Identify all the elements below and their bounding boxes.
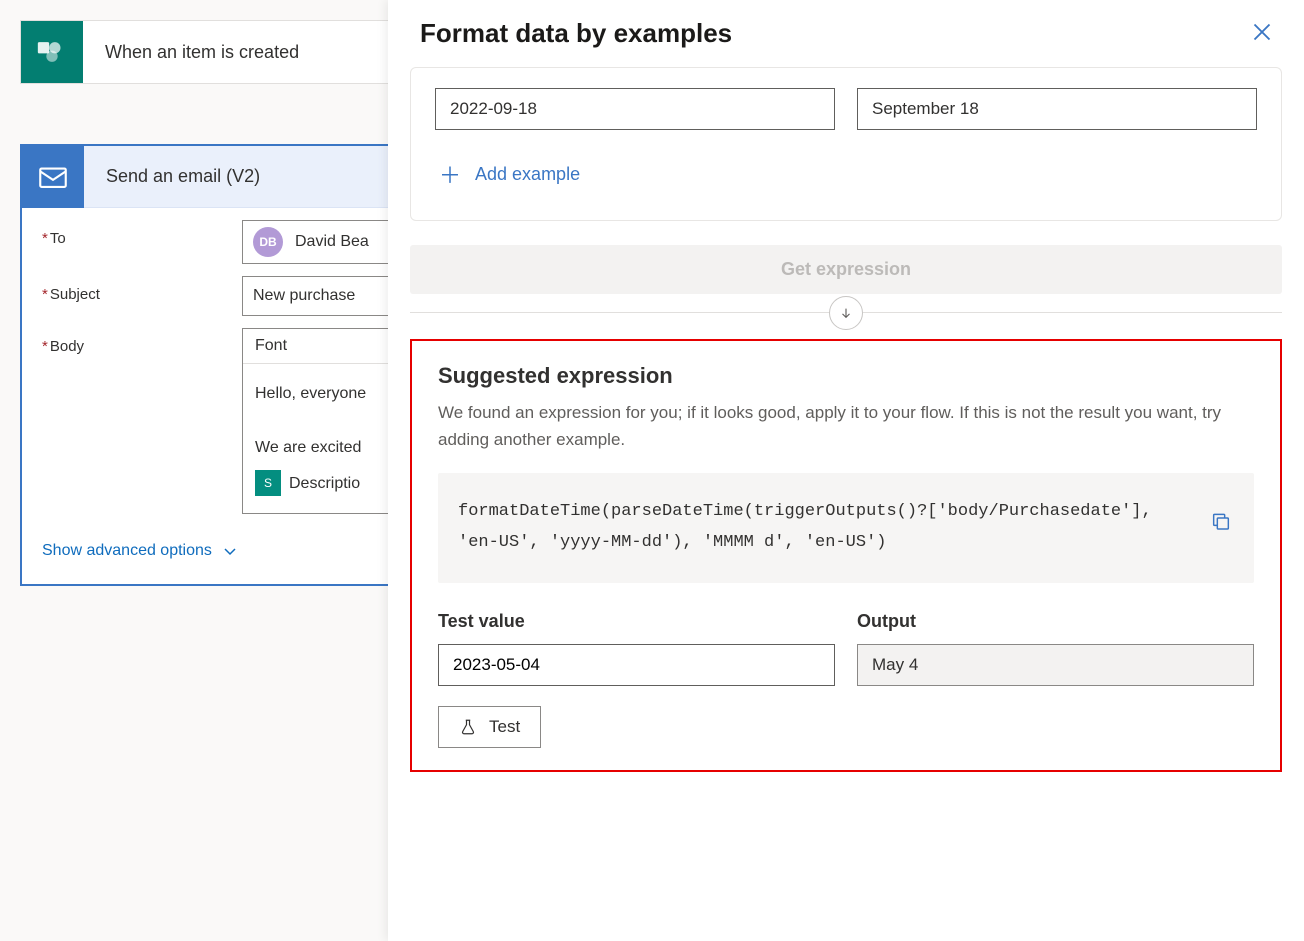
copy-icon xyxy=(1210,511,1232,533)
subject-label: *Subject xyxy=(42,276,242,303)
trigger-title: When an item is created xyxy=(83,42,299,63)
suggested-expression-card: Suggested expression We found an express… xyxy=(410,339,1282,772)
expand-arrow[interactable] xyxy=(829,296,863,330)
output-label: Output xyxy=(857,611,1254,632)
expression-code-block: formatDateTime(parseDateTime(triggerOutp… xyxy=(438,473,1254,582)
sharepoint-icon: S xyxy=(255,470,281,496)
avatar: DB xyxy=(253,227,283,257)
suggested-expression-description: We found an expression for you; if it lo… xyxy=(438,399,1254,453)
add-example-button[interactable]: ＋ Add example xyxy=(435,152,584,196)
get-expression-button[interactable]: Get expression xyxy=(410,245,1282,294)
arrow-down-icon xyxy=(839,306,853,320)
examples-card: ＋ Add example xyxy=(410,67,1282,221)
copy-button[interactable] xyxy=(1210,511,1232,546)
flask-icon xyxy=(459,718,477,736)
test-value-input[interactable] xyxy=(438,644,835,686)
expression-code: formatDateTime(parseDateTime(triggerOutp… xyxy=(458,497,1158,558)
close-icon xyxy=(1252,22,1272,42)
example-input[interactable] xyxy=(435,88,835,130)
to-value: David Bea xyxy=(295,233,369,251)
to-label: *To xyxy=(42,220,242,247)
outlook-icon xyxy=(22,146,84,208)
format-data-panel: Format data by examples ＋ Add example Ge… xyxy=(388,0,1304,941)
panel-title: Format data by examples xyxy=(420,18,732,49)
example-output[interactable] xyxy=(857,88,1257,130)
description-token[interactable]: S Descriptio xyxy=(255,470,360,497)
divider xyxy=(410,312,1282,313)
test-value-label: Test value xyxy=(438,611,835,632)
suggested-expression-heading: Suggested expression xyxy=(438,363,1254,389)
show-advanced-options[interactable]: Show advanced options xyxy=(42,538,238,564)
test-button[interactable]: Test xyxy=(438,706,541,748)
close-button[interactable] xyxy=(1252,22,1272,45)
chevron-down-icon xyxy=(222,543,238,559)
action-title: Send an email (V2) xyxy=(84,166,260,187)
body-label: *Body xyxy=(42,328,242,355)
plus-icon: ＋ xyxy=(439,158,461,190)
test-output: May 4 xyxy=(857,644,1254,686)
sharepoint-icon xyxy=(21,21,83,83)
